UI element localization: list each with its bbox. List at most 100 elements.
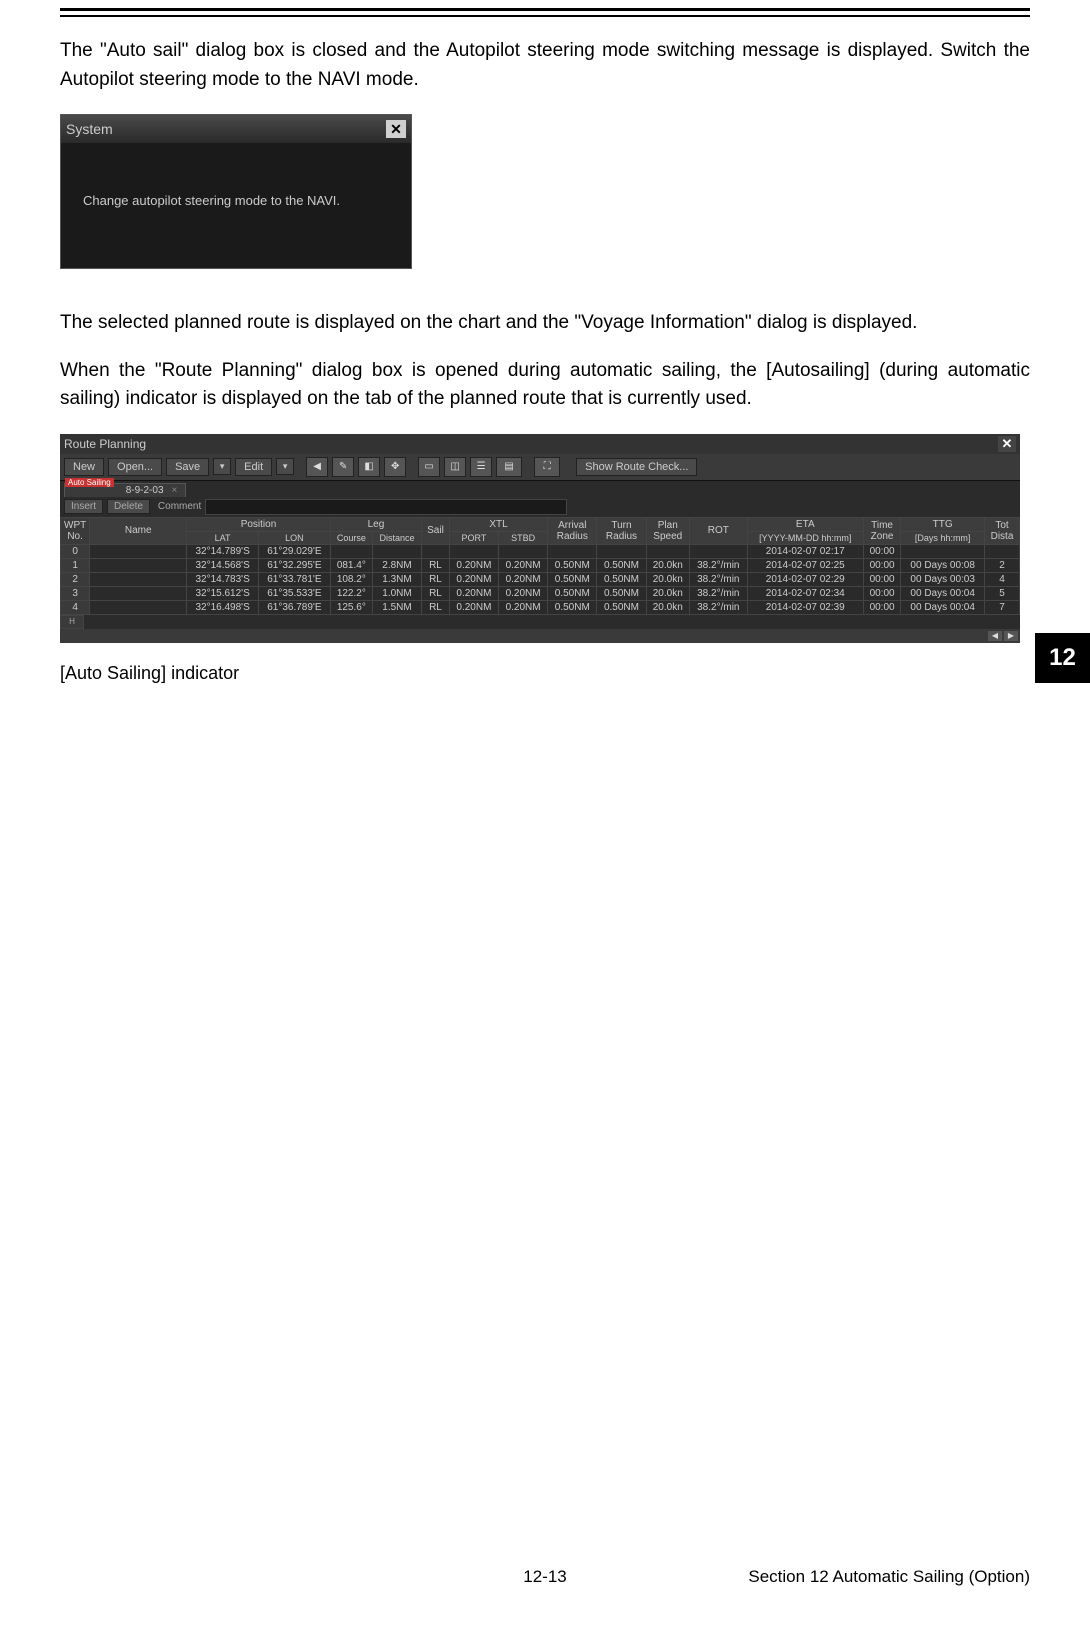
- paragraph-voyage: The selected planned route is displayed …: [60, 309, 1030, 338]
- table-cell: 00:00: [863, 544, 901, 558]
- col-xtl: XTL: [449, 517, 547, 531]
- save-button[interactable]: Save: [166, 458, 209, 476]
- system-dialog-titlebar: System ✕: [61, 115, 411, 143]
- table-cell: 38.2°/min: [689, 572, 747, 586]
- table-cell: 0.50NM: [597, 558, 646, 572]
- route-planning-toolbar: New Open... Save ▾ Edit ▾ ◀ ✎ ◧ ✥ ▭ ◫ ☰ …: [60, 454, 1020, 481]
- table-cell: 0: [61, 544, 90, 558]
- edit-button[interactable]: Edit: [235, 458, 272, 476]
- table-cell: 0.50NM: [597, 586, 646, 600]
- table-cell: 2014-02-07 02:39: [747, 600, 863, 614]
- col-turn-radius: TurnRadius: [597, 517, 646, 544]
- col-eta: ETA: [747, 517, 863, 531]
- table-cell: 61°32.295'E: [258, 558, 330, 572]
- table-cell: 2014-02-07 02:29: [747, 572, 863, 586]
- table-cell: 61°29.029'E: [258, 544, 330, 558]
- table-cell: 32°14.789'S: [187, 544, 259, 558]
- table-cell: 00:00: [863, 558, 901, 572]
- table-cell: 2014-02-07 02:34: [747, 586, 863, 600]
- table-row[interactable]: 432°16.498'S61°36.789'E125.6°1.5NMRL0.20…: [61, 600, 1020, 614]
- col-port: PORT: [449, 531, 498, 544]
- horizontal-scrollbar[interactable]: ◀ ▶: [60, 629, 1020, 643]
- save-dropdown-icon[interactable]: ▾: [213, 458, 231, 475]
- table-cell: 0.50NM: [548, 572, 597, 586]
- nav-prev-icon[interactable]: ◀: [306, 457, 328, 477]
- table-cell: RL: [422, 586, 450, 600]
- table-cell: 0.20NM: [449, 572, 498, 586]
- open-button[interactable]: Open...: [108, 458, 162, 476]
- table-cell: [90, 572, 187, 586]
- table-cell: 32°16.498'S: [187, 600, 259, 614]
- table-cell: 0.50NM: [597, 600, 646, 614]
- tool-eraser-icon[interactable]: ◧: [358, 457, 380, 477]
- layout-1-icon[interactable]: ▭: [418, 457, 440, 477]
- table-cell: 0.50NM: [548, 586, 597, 600]
- table-cell: 61°33.781'E: [258, 572, 330, 586]
- insert-button[interactable]: Insert: [64, 499, 103, 514]
- table-cell: 0.20NM: [499, 600, 548, 614]
- table-cell: 5: [985, 586, 1020, 600]
- table-cell: 38.2°/min: [689, 586, 747, 600]
- delete-button[interactable]: Delete: [107, 499, 150, 514]
- route-tab[interactable]: Auto Sailing 8-9-2-03 ×: [64, 483, 186, 497]
- table-row-handle[interactable]: H: [60, 615, 84, 629]
- layout-2-icon[interactable]: ◫: [444, 457, 466, 477]
- scroll-right-icon[interactable]: ▶: [1004, 631, 1018, 641]
- col-eta-fmt: [YYYY-MM-DD hh:mm]: [747, 531, 863, 544]
- scroll-left-icon[interactable]: ◀: [988, 631, 1002, 641]
- table-cell: 20.0kn: [646, 600, 689, 614]
- table-cell: 00 Days 00:04: [901, 600, 985, 614]
- table-cell: [597, 544, 646, 558]
- table-cell: 0.50NM: [597, 572, 646, 586]
- comment-input[interactable]: [205, 499, 567, 515]
- tool-move-icon[interactable]: ✥: [384, 457, 406, 477]
- table-cell: 20.0kn: [646, 558, 689, 572]
- table-cell: RL: [422, 558, 450, 572]
- table-row[interactable]: 132°14.568'S61°32.295'E081.4°2.8NMRL0.20…: [61, 558, 1020, 572]
- col-plan-speed: PlanSpeed: [646, 517, 689, 544]
- system-dialog-title: System: [66, 121, 113, 137]
- col-arrival-radius: ArrivalRadius: [548, 517, 597, 544]
- table-cell: 081.4°: [330, 558, 372, 572]
- table-row[interactable]: 032°14.789'S61°29.029'E2014-02-07 02:170…: [61, 544, 1020, 558]
- col-lon: LON: [258, 531, 330, 544]
- expand-icon[interactable]: ⛶: [534, 457, 560, 477]
- table-cell: [449, 544, 498, 558]
- table-cell: [90, 558, 187, 572]
- table-cell: [372, 544, 421, 558]
- tab-close-icon[interactable]: ×: [172, 485, 178, 496]
- col-ttg: TTG: [901, 517, 985, 531]
- route-planning-title: Route Planning: [64, 437, 146, 451]
- table-cell: 2: [61, 572, 90, 586]
- route-comment-row: Insert Delete Comment: [60, 499, 1020, 517]
- table-cell: [689, 544, 747, 558]
- table-cell: RL: [422, 572, 450, 586]
- table-cell: 20.0kn: [646, 586, 689, 600]
- close-icon[interactable]: ✕: [386, 120, 406, 138]
- close-icon[interactable]: ✕: [998, 436, 1016, 452]
- new-button[interactable]: New: [64, 458, 104, 476]
- table-cell: 2014-02-07 02:25: [747, 558, 863, 572]
- layout-4-icon[interactable]: ▤: [496, 457, 522, 477]
- route-tab-bar: Auto Sailing 8-9-2-03 ×: [60, 481, 1020, 499]
- table-cell: 61°35.533'E: [258, 586, 330, 600]
- tool-pencil-icon[interactable]: ✎: [332, 457, 354, 477]
- col-lat: LAT: [187, 531, 259, 544]
- table-row[interactable]: 332°15.612'S61°35.533'E122.2°1.0NMRL0.20…: [61, 586, 1020, 600]
- table-cell: 00:00: [863, 586, 901, 600]
- table-cell: 1.5NM: [372, 600, 421, 614]
- table-row[interactable]: 232°14.783'S61°33.781'E108.2°1.3NMRL0.20…: [61, 572, 1020, 586]
- table-cell: 61°36.789'E: [258, 600, 330, 614]
- col-name: Name: [90, 517, 187, 544]
- table-cell: 7: [985, 600, 1020, 614]
- table-cell: 0.20NM: [499, 586, 548, 600]
- table-cell: RL: [422, 600, 450, 614]
- edit-dropdown-icon[interactable]: ▾: [276, 458, 294, 475]
- table-cell: 20.0kn: [646, 572, 689, 586]
- show-route-check-button[interactable]: Show Route Check...: [576, 458, 697, 476]
- col-rot: ROT: [689, 517, 747, 544]
- system-dialog-message: Change autopilot steering mode to the NA…: [61, 143, 411, 268]
- layout-3-icon[interactable]: ☰: [470, 457, 492, 477]
- table-cell: 108.2°: [330, 572, 372, 586]
- table-cell: 122.2°: [330, 586, 372, 600]
